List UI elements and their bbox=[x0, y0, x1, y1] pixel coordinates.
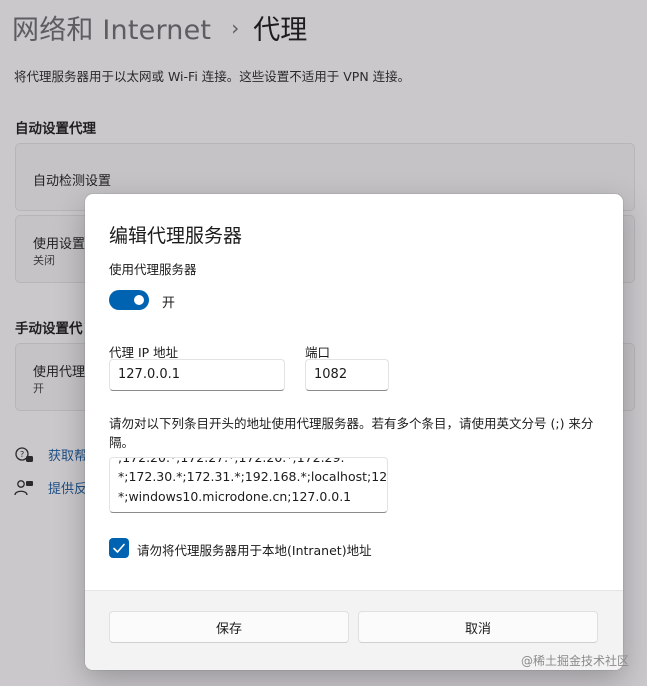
toggle-state-label: 开 bbox=[162, 296, 176, 311]
checkmark-icon bbox=[113, 543, 125, 553]
bypass-local-label: 请勿将代理服务器用于本地(Intranet)地址 bbox=[137, 543, 372, 558]
manual-proxy-label: 使用代理 bbox=[33, 365, 86, 380]
auto-proxy-section-title: 自动设置代理 bbox=[15, 121, 96, 137]
proxy-settings-page: 网络和 Internet › 代理 将代理服务器用于以太网或 Wi-Fi 连接。… bbox=[0, 0, 647, 686]
use-proxy-label: 使用代理服务器 bbox=[109, 262, 197, 277]
page-title: 代理 bbox=[253, 15, 308, 46]
breadcrumb: 网络和 Internet › 代理 bbox=[12, 8, 307, 47]
exceptions-description: 请勿对以下列条目开头的地址使用代理服务器。若有多个条目，请使用英文分号 (;) … bbox=[109, 416, 594, 450]
toggle-knob bbox=[134, 295, 144, 305]
dialog-title: 编辑代理服务器 bbox=[109, 225, 243, 247]
bypass-local-checkbox[interactable] bbox=[109, 538, 129, 558]
exceptions-line: *;windows10.microdone.cn;127.0.0.1 bbox=[118, 489, 352, 504]
auto-detect-label: 自动检测设置 bbox=[33, 174, 112, 189]
setup-script-label: 使用设置 bbox=[33, 237, 86, 252]
breadcrumb-network[interactable]: 网络和 Internet bbox=[12, 8, 211, 47]
give-feedback-link[interactable]: 提供反 bbox=[14, 478, 87, 497]
save-button[interactable]: 保存 bbox=[109, 611, 349, 643]
edit-proxy-dialog: 编辑代理服务器 使用代理服务器 开 代理 IP 地址 127.0.0.1 端口 … bbox=[85, 194, 623, 670]
feedback-icon bbox=[14, 479, 34, 497]
svg-text:?: ? bbox=[20, 450, 24, 459]
proxy-ip-input[interactable]: 127.0.0.1 bbox=[109, 359, 285, 391]
manual-proxy-status: 开 bbox=[33, 382, 44, 395]
use-proxy-toggle[interactable] bbox=[109, 290, 149, 310]
manual-proxy-section-title: 手动设置代 bbox=[15, 321, 83, 337]
watermark: @稀土掘金技术社区 bbox=[520, 654, 629, 668]
cancel-button[interactable]: 取消 bbox=[358, 611, 598, 643]
breadcrumb-chevron-icon: › bbox=[231, 15, 240, 40]
page-description: 将代理服务器用于以太网或 Wi-Fi 连接。这些设置不适用于 VPN 连接。 bbox=[14, 69, 411, 84]
help-icon: ? bbox=[14, 446, 34, 464]
get-help-label: 获取帮 bbox=[48, 449, 88, 464]
port-input[interactable]: 1082 bbox=[305, 359, 389, 391]
exceptions-line: ;172.20.*;172.27.*;172.20.*;172.29. bbox=[118, 457, 345, 465]
exceptions-line: *;172.30.*;172.31.*;192.168.*;localhost;… bbox=[118, 469, 388, 484]
setup-script-status: 关闭 bbox=[33, 254, 55, 267]
get-help-link[interactable]: ? 获取帮 bbox=[14, 445, 87, 464]
exceptions-textarea[interactable]: ;172.20.*;172.27.*;172.20.*;172.29. *;17… bbox=[109, 457, 388, 513]
give-feedback-label: 提供反 bbox=[48, 482, 88, 497]
